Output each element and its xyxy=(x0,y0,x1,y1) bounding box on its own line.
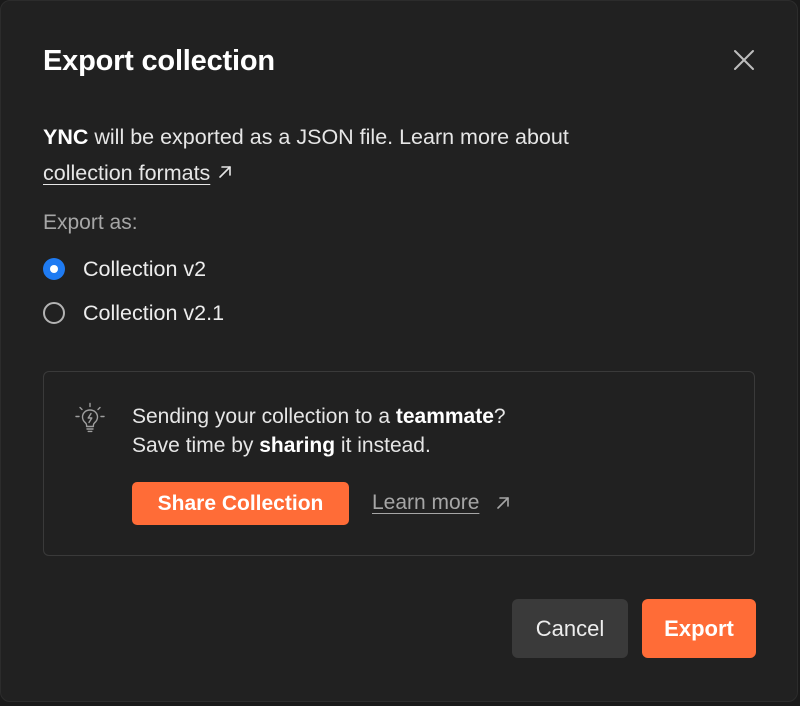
cancel-button[interactable]: Cancel xyxy=(512,599,628,658)
radio-option-collection-v2[interactable]: Collection v2 xyxy=(43,255,206,283)
export-description: YNC will be exported as a JSON file. Lea… xyxy=(43,119,743,191)
tip-line2-bold: sharing xyxy=(259,434,336,457)
lightbulb-icon xyxy=(75,402,105,433)
share-tip-box: Sending your collection to a teammate? S… xyxy=(43,371,755,556)
radio-option-collection-v2-1[interactable]: Collection v2.1 xyxy=(43,299,224,327)
collection-formats-link[interactable]: collection formats xyxy=(43,161,210,185)
collection-formats-link-label: collection formats xyxy=(43,161,211,185)
tip-line2-post: it instead. xyxy=(335,434,431,457)
export-collection-dialog: Export collection YNC will be exported a… xyxy=(0,0,798,702)
radio-button-selected[interactable] xyxy=(43,258,65,280)
learn-more-link[interactable]: Learn more xyxy=(372,491,479,515)
export-as-label: Export as: xyxy=(43,211,138,234)
radio-label: Collection v2 xyxy=(83,256,207,281)
tip-line1-post: ? xyxy=(493,405,506,428)
tip-line1-pre: Sending your collection to a xyxy=(132,405,396,428)
external-arrow-icon xyxy=(497,497,509,509)
radio-button-unselected[interactable] xyxy=(43,302,65,324)
share-collection-button[interactable]: Share Collection xyxy=(132,482,349,525)
radio-label: Collection v2.1 xyxy=(83,300,225,325)
tip-line2-pre: Save time by xyxy=(132,434,260,457)
tip-text: Sending your collection to a teammate? S… xyxy=(132,402,506,460)
export-button[interactable]: Export xyxy=(642,599,756,658)
close-button[interactable] xyxy=(731,47,757,73)
collection-name: YNC xyxy=(43,125,89,149)
description-text: will be exported as a JSON file. Learn m… xyxy=(88,125,569,149)
dialog-title: Export collection xyxy=(43,45,275,77)
tip-line1-bold: teammate xyxy=(395,405,494,428)
external-arrow-icon xyxy=(219,166,232,178)
close-icon xyxy=(734,50,754,70)
